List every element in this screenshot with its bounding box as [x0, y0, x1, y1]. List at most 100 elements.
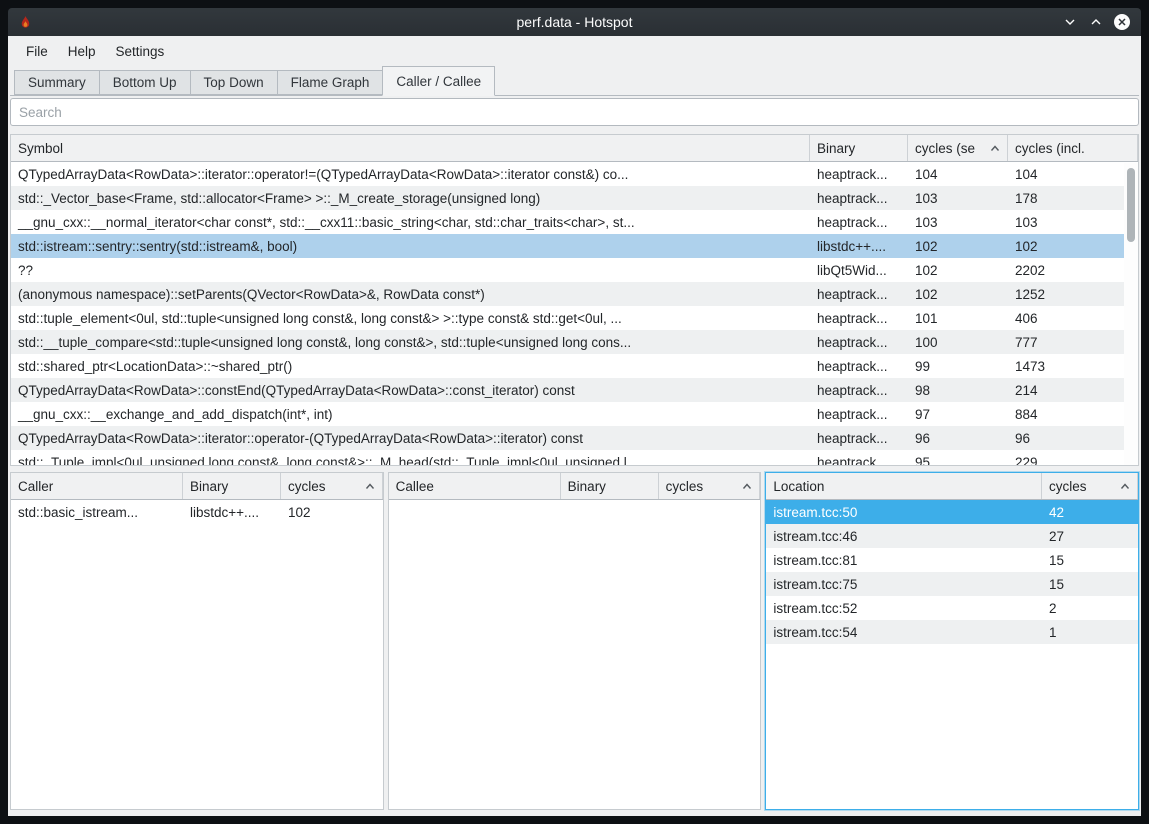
symbols-row[interactable]: QTypedArrayData<RowData>::constEnd(QType…: [11, 378, 1138, 402]
symbols-row[interactable]: __gnu_cxx::__exchange_and_add_dispatch(i…: [11, 402, 1138, 426]
titlebar[interactable]: perf.data - Hotspot: [8, 8, 1141, 36]
table-cell: 104: [1008, 167, 1138, 182]
column-label: Binary: [190, 479, 228, 494]
table-cell: 99: [908, 359, 1008, 374]
column-header-callee[interactable]: Callee: [389, 473, 561, 499]
column-header-binary[interactable]: Binary: [810, 135, 908, 161]
column-header-cycles-self[interactable]: cycles (se: [908, 135, 1008, 161]
symbols-row[interactable]: ??libQt5Wid...1022202: [11, 258, 1138, 282]
locations-row[interactable]: istream.tcc:7515: [766, 572, 1138, 596]
locations-row[interactable]: istream.tcc:5042: [766, 500, 1138, 524]
table-cell: std::istream::sentry::sentry(std::istrea…: [11, 239, 810, 254]
table-cell: istream.tcc:81: [766, 553, 1042, 568]
locations-table: Location cycles istream.tcc:5042istream.…: [765, 472, 1139, 810]
close-button[interactable]: [1113, 13, 1131, 31]
symbols-row[interactable]: QTypedArrayData<RowData>::iterator::oper…: [11, 426, 1138, 450]
menu-item-settings[interactable]: Settings: [106, 40, 175, 63]
sort-ascending-icon: [742, 483, 752, 490]
table-cell: libstdc++....: [183, 505, 281, 520]
table-cell: heaptrack...: [810, 407, 908, 422]
column-header-binary[interactable]: Binary: [561, 473, 659, 499]
callers-row[interactable]: std::basic_istream...libstdc++....102: [11, 500, 383, 524]
symbols-row[interactable]: (anonymous namespace)::setParents(QVecto…: [11, 282, 1138, 306]
table-cell: heaptrack...: [810, 431, 908, 446]
column-header-cycles[interactable]: cycles: [1042, 473, 1138, 499]
scrollbar-thumb[interactable]: [1127, 168, 1135, 242]
column-header-cycles[interactable]: cycles: [659, 473, 761, 499]
column-header-symbol[interactable]: Symbol: [11, 135, 810, 161]
table-cell: 2: [1042, 601, 1138, 616]
symbols-row[interactable]: std::_Tuple_impl<0ul, unsigned long cons…: [11, 450, 1138, 465]
table-cell: 101: [908, 311, 1008, 326]
locations-row[interactable]: istream.tcc:8115: [766, 548, 1138, 572]
symbols-row[interactable]: __gnu_cxx::__normal_iterator<char const*…: [11, 210, 1138, 234]
table-cell: heaptrack...: [810, 383, 908, 398]
symbols-table-body: QTypedArrayData<RowData>::iterator::oper…: [11, 162, 1138, 465]
column-label: cycles (incl.: [1015, 141, 1085, 156]
table-cell: __gnu_cxx::__exchange_and_add_dispatch(i…: [11, 407, 810, 422]
sort-ascending-icon: [990, 145, 1000, 152]
menu-item-help[interactable]: Help: [58, 40, 106, 63]
column-header-cycles-incl[interactable]: cycles (incl.: [1008, 135, 1138, 161]
tab-summary[interactable]: Summary: [14, 70, 99, 95]
table-cell: 102: [281, 505, 383, 520]
column-label: cycles: [288, 479, 326, 494]
table-cell: heaptrack...: [810, 359, 908, 374]
column-label: Callee: [396, 479, 434, 494]
callees-table-body: [389, 500, 761, 809]
tab-caller-callee[interactable]: Caller / Callee: [382, 66, 495, 96]
table-cell: 102: [1008, 239, 1138, 254]
locations-row[interactable]: istream.tcc:541: [766, 620, 1138, 644]
column-header-location[interactable]: Location: [766, 473, 1042, 499]
table-cell: 15: [1042, 553, 1138, 568]
locations-row[interactable]: istream.tcc:522: [766, 596, 1138, 620]
table-cell: istream.tcc:50: [766, 505, 1042, 520]
window-content: File Help Settings Summary Bottom Up Top…: [8, 36, 1141, 816]
symbols-row[interactable]: std::__tuple_compare<std::tuple<unsigned…: [11, 330, 1138, 354]
table-cell: 1: [1042, 625, 1138, 640]
column-label: Caller: [18, 479, 53, 494]
window-frame: perf.data - Hotspot File Help Settings: [0, 0, 1149, 824]
maximize-button[interactable]: [1087, 13, 1105, 31]
table-cell: 214: [1008, 383, 1138, 398]
symbols-row[interactable]: std::shared_ptr<LocationData>::~shared_p…: [11, 354, 1138, 378]
caller-callee-panes: Caller Binary cycles std::basic_istream.…: [10, 472, 1139, 810]
table-cell: 97: [908, 407, 1008, 422]
table-cell: heaptrack...: [810, 311, 908, 326]
tab-top-down[interactable]: Top Down: [190, 70, 277, 95]
symbols-table-header: Symbol Binary cycles (se cycles (incl.: [11, 135, 1138, 162]
minimize-button[interactable]: [1061, 13, 1079, 31]
tab-bottom-up[interactable]: Bottom Up: [99, 70, 190, 95]
column-header-binary[interactable]: Binary: [183, 473, 281, 499]
symbols-row[interactable]: std::_Vector_base<Frame, std::allocator<…: [11, 186, 1138, 210]
column-label: Binary: [568, 479, 606, 494]
search-input[interactable]: [10, 98, 1139, 126]
table-cell: 102: [908, 287, 1008, 302]
table-cell: 102: [908, 263, 1008, 278]
column-header-cycles[interactable]: cycles: [281, 473, 383, 499]
window-controls: [1061, 13, 1141, 31]
table-cell: std::_Tuple_impl<0ul, unsigned long cons…: [11, 455, 810, 466]
table-cell: QTypedArrayData<RowData>::constEnd(QType…: [11, 383, 810, 398]
sort-ascending-icon: [365, 483, 375, 490]
table-cell: std::shared_ptr<LocationData>::~shared_p…: [11, 359, 810, 374]
vertical-scrollbar[interactable]: [1124, 163, 1138, 465]
table-cell: 2202: [1008, 263, 1138, 278]
window-title: perf.data - Hotspot: [8, 14, 1141, 30]
locations-row[interactable]: istream.tcc:4627: [766, 524, 1138, 548]
tab-flame-graph[interactable]: Flame Graph: [277, 70, 383, 95]
symbols-row[interactable]: std::istream::sentry::sentry(std::istrea…: [11, 234, 1138, 258]
callers-table-header: Caller Binary cycles: [11, 473, 383, 500]
callees-table-header: Callee Binary cycles: [389, 473, 761, 500]
column-header-caller[interactable]: Caller: [11, 473, 183, 499]
table-cell: istream.tcc:52: [766, 601, 1042, 616]
table-cell: heaptrack...: [810, 191, 908, 206]
symbols-row[interactable]: std::tuple_element<0ul, std::tuple<unsig…: [11, 306, 1138, 330]
table-cell: heaptrack...: [810, 455, 908, 466]
symbols-table: Symbol Binary cycles (se cycles (incl. Q…: [10, 134, 1139, 466]
table-cell: heaptrack...: [810, 167, 908, 182]
symbols-row[interactable]: QTypedArrayData<RowData>::iterator::oper…: [11, 162, 1138, 186]
table-cell: 777: [1008, 335, 1138, 350]
menu-item-file[interactable]: File: [16, 40, 58, 63]
table-cell: 100: [908, 335, 1008, 350]
